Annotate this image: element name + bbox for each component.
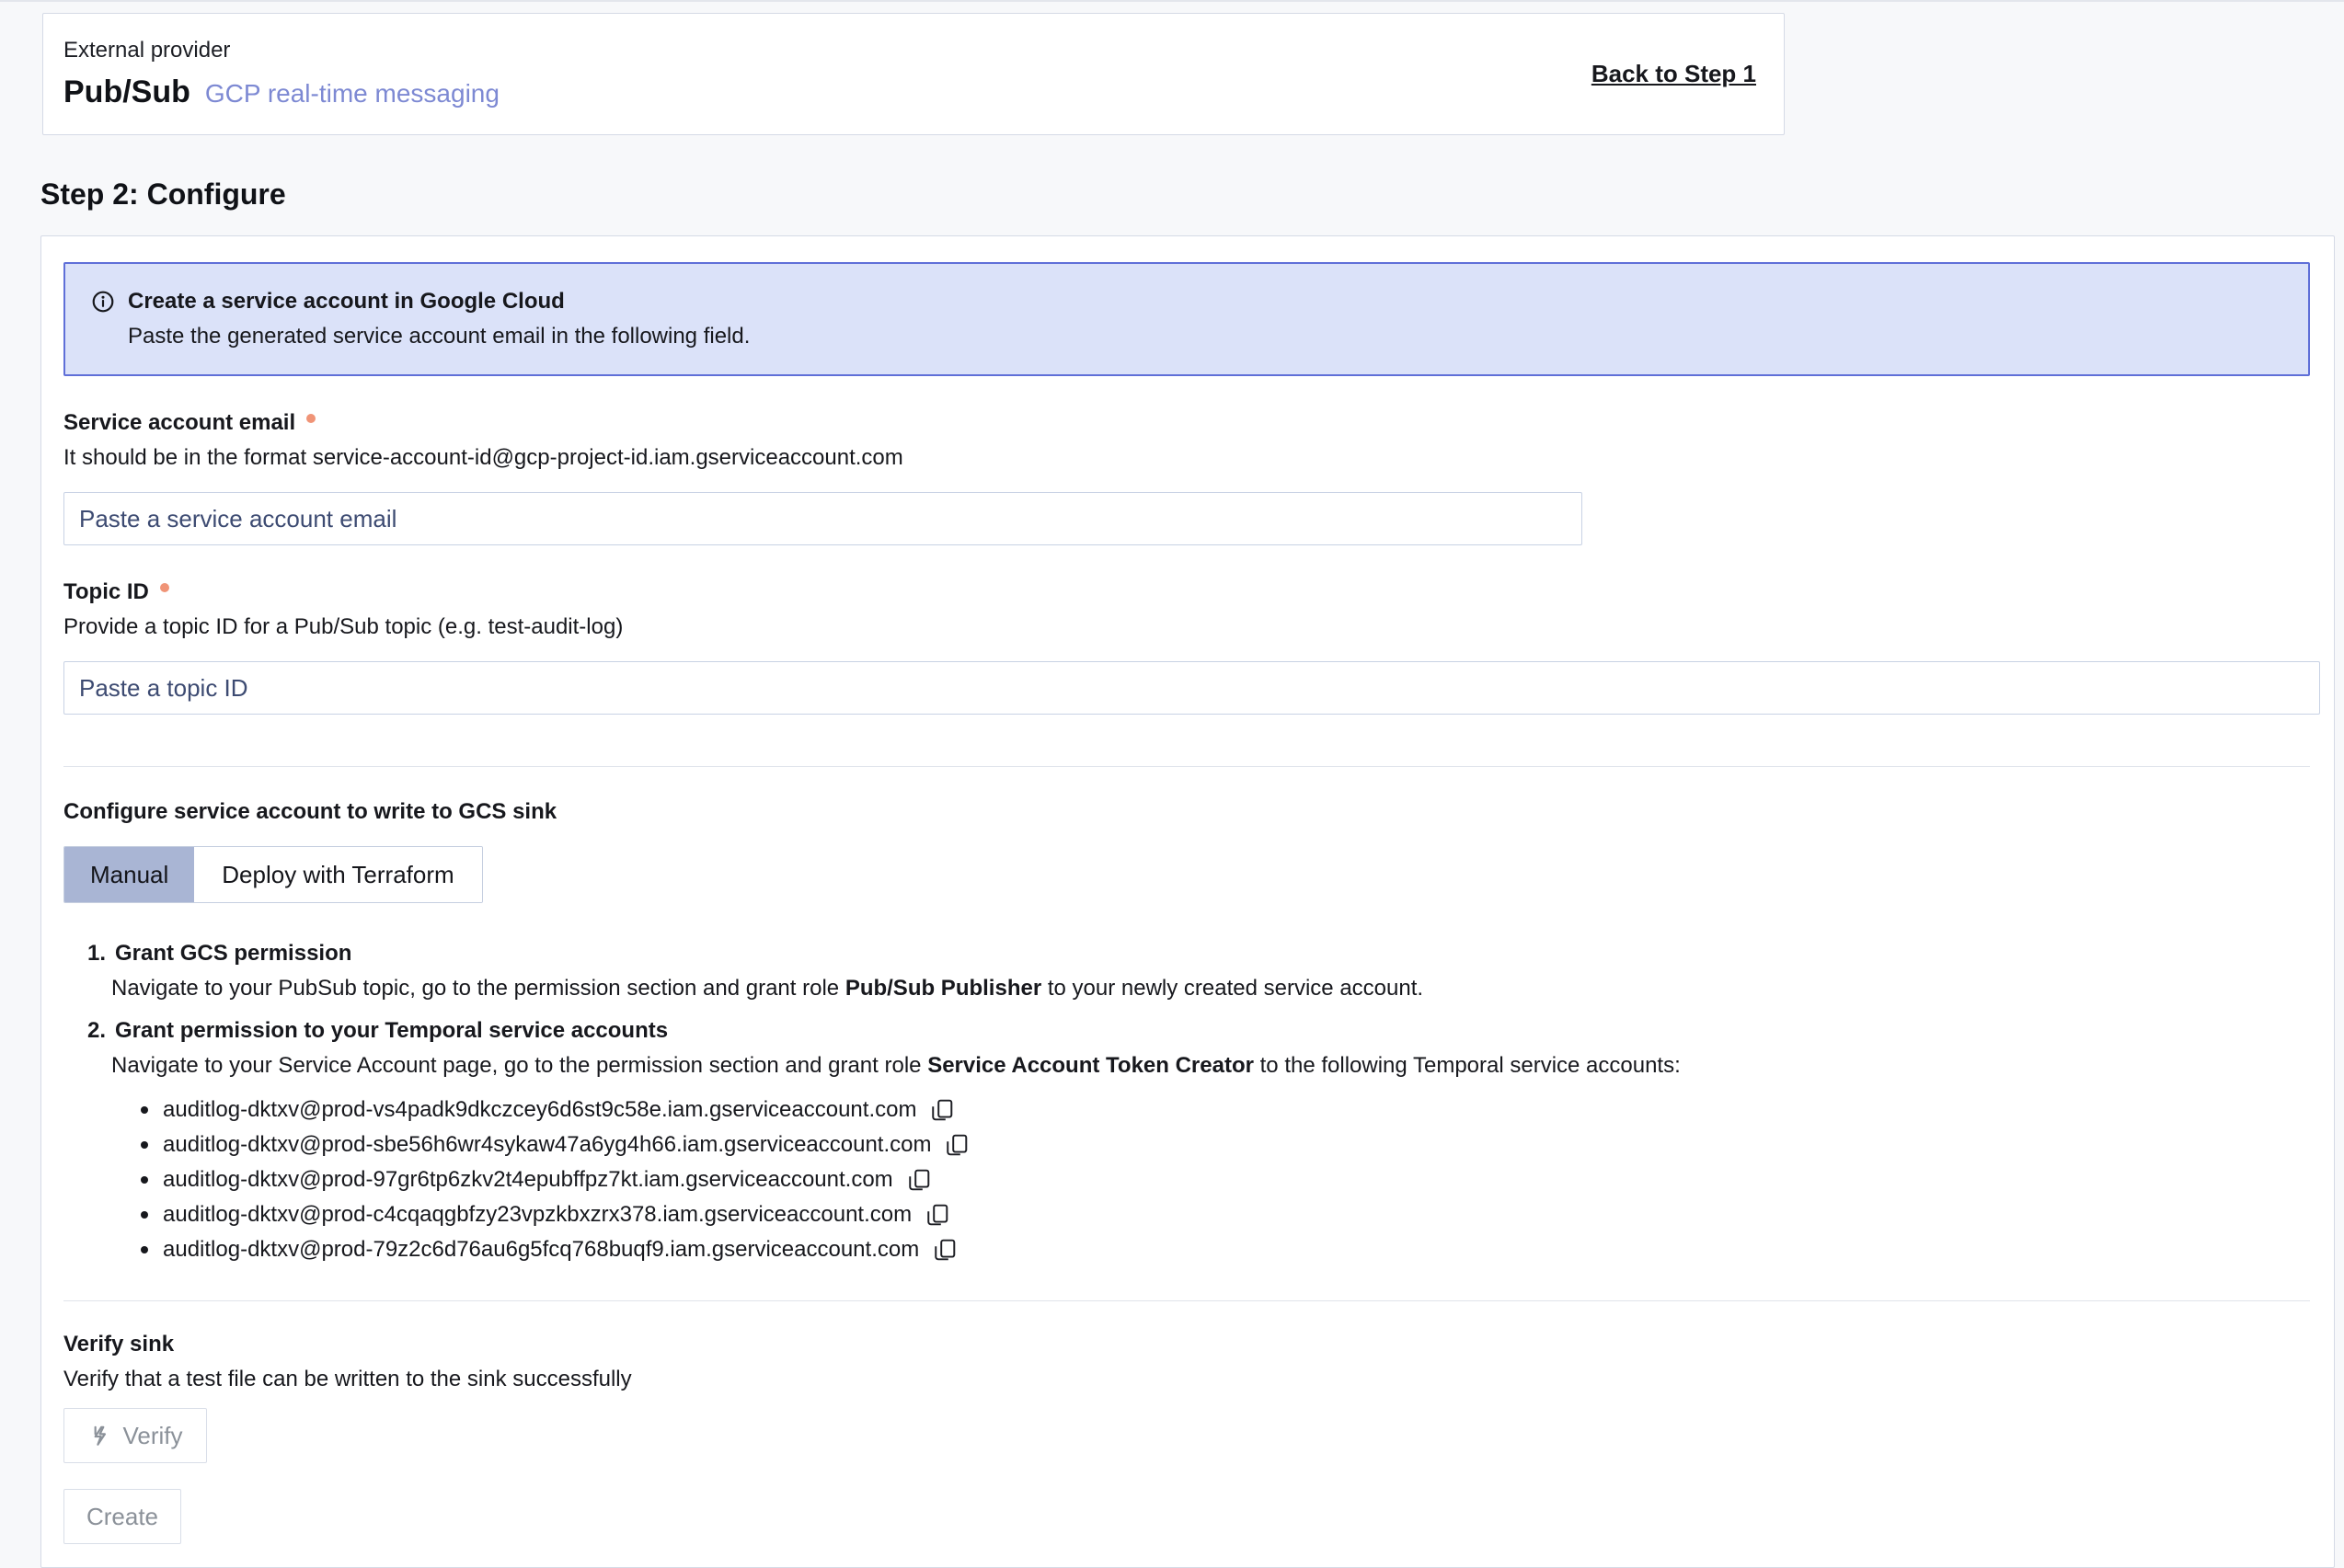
section-divider <box>63 1300 2310 1301</box>
service-account-email-input[interactable] <box>63 492 1582 545</box>
provider-description: GCP real-time messaging <box>205 79 500 109</box>
provider-info: External provider Pub/Sub GCP real-time … <box>63 38 500 110</box>
external-provider-label: External provider <box>63 38 500 63</box>
copy-icon[interactable] <box>944 1132 970 1158</box>
verify-sink-description: Verify that a test file can be written t… <box>63 1366 2310 1393</box>
manual-instructions: 1. Grant GCS permission Navigate to your… <box>63 940 2310 1267</box>
list-item: auditlog-dktxv@prod-vs4padk9dkczcey6d6st… <box>141 1093 2310 1127</box>
configure-section-heading: Configure service account to write to GC… <box>63 798 2310 826</box>
instruction-step-body: Navigate to your PubSub topic, go to the… <box>111 975 2310 1002</box>
copy-icon[interactable] <box>932 1237 958 1263</box>
service-account-email: auditlog-dktxv@prod-vs4padk9dkczcey6d6st… <box>163 1097 916 1123</box>
instruction-step-title: 2. Grant permission to your Temporal ser… <box>87 1017 2310 1045</box>
bullet-dot <box>141 1106 148 1114</box>
list-item: auditlog-dktxv@prod-sbe56h6wr4sykaw47a6y… <box>141 1127 2310 1162</box>
tab-deploy-with-terraform[interactable]: Deploy with Terraform <box>194 847 481 902</box>
deploy-method-tabs: Manual Deploy with Terraform <box>63 846 483 903</box>
info-banner-body: Paste the generated service account emai… <box>128 323 2282 350</box>
bullet-dot <box>141 1246 148 1253</box>
back-to-step-1-link[interactable]: Back to Step 1 <box>1591 60 1756 88</box>
list-item: auditlog-dktxv@prod-97gr6tp6zkv2t4epubff… <box>141 1162 2310 1197</box>
verify-sink-heading: Verify sink <box>63 1331 2310 1358</box>
verify-button[interactable]: Verify <box>63 1408 207 1463</box>
required-indicator <box>306 414 316 423</box>
create-button[interactable]: Create <box>63 1489 181 1544</box>
topic-id-label: Topic ID <box>63 578 2310 606</box>
service-account-email: auditlog-dktxv@prod-97gr6tp6zkv2t4epubff… <box>163 1167 893 1193</box>
service-account-email: auditlog-dktxv@prod-sbe56h6wr4sykaw47a6y… <box>163 1132 931 1158</box>
copy-icon[interactable] <box>929 1097 955 1123</box>
bullet-dot <box>141 1141 148 1149</box>
info-icon <box>91 290 115 314</box>
copy-icon[interactable] <box>906 1167 932 1193</box>
info-banner: Create a service account in Google Cloud… <box>63 262 2310 376</box>
topic-id-description: Provide a topic ID for a Pub/Sub topic (… <box>63 613 2310 641</box>
instruction-step-title: 1. Grant GCS permission <box>87 940 2310 967</box>
service-account-email: auditlog-dktxv@prod-c4cqaqgbfzy23vpzkbxz… <box>163 1202 912 1228</box>
external-provider-card: External provider Pub/Sub GCP real-time … <box>42 13 1785 135</box>
info-banner-title: Create a service account in Google Cloud <box>128 288 565 315</box>
tab-manual[interactable]: Manual <box>64 847 194 902</box>
list-item: auditlog-dktxv@prod-79z2c6d76au6g5fcq768… <box>141 1232 2310 1267</box>
copy-icon[interactable] <box>925 1202 950 1228</box>
service-account-email-description: It should be in the format service-accou… <box>63 444 2310 472</box>
section-divider <box>63 766 2310 767</box>
bullet-dot <box>141 1176 148 1184</box>
service-account-email-label: Service account email <box>63 409 2310 437</box>
lightning-bolt-icon <box>87 1424 111 1448</box>
provider-name: Pub/Sub <box>63 74 190 110</box>
configure-form-card: Create a service account in Google Cloud… <box>40 235 2335 1568</box>
service-account-email: auditlog-dktxv@prod-79z2c6d76au6g5fcq768… <box>163 1237 919 1263</box>
required-indicator <box>160 583 169 592</box>
page-title: Step 2: Configure <box>40 177 2344 212</box>
service-account-list: auditlog-dktxv@prod-vs4padk9dkczcey6d6st… <box>63 1093 2310 1267</box>
topic-id-input[interactable] <box>63 661 2320 715</box>
bullet-dot <box>141 1211 148 1219</box>
list-item: auditlog-dktxv@prod-c4cqaqgbfzy23vpzkbxz… <box>141 1197 2310 1232</box>
instruction-step-body: Navigate to your Service Account page, g… <box>111 1052 2310 1080</box>
